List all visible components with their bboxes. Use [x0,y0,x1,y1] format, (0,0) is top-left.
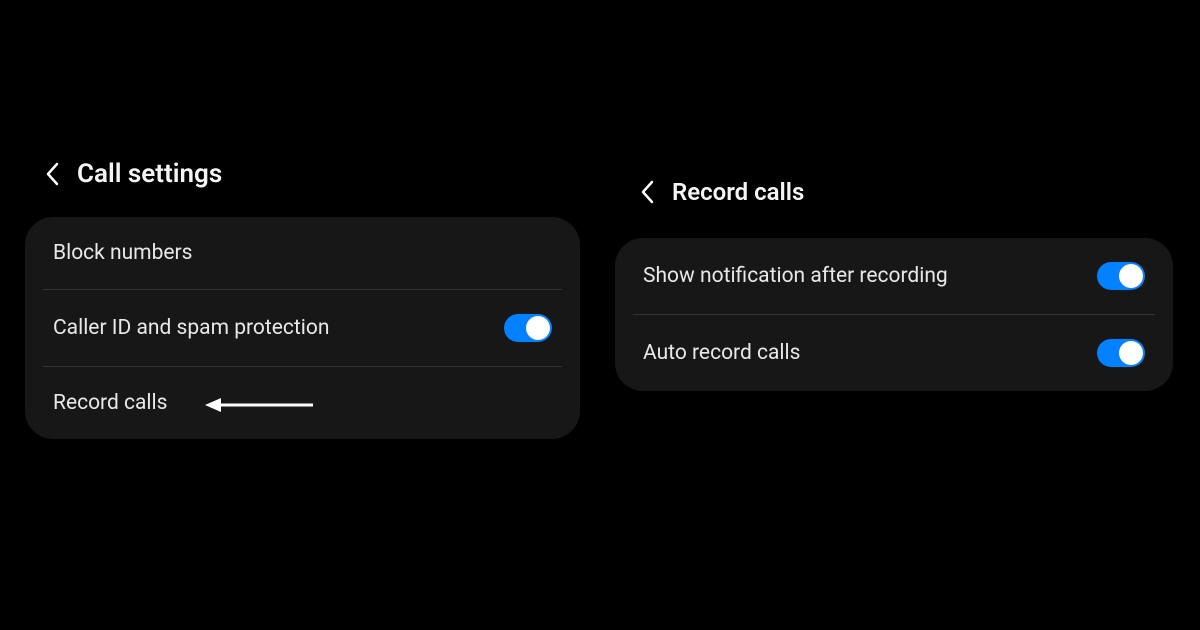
toggle-knob [1119,264,1143,288]
auto-record-row[interactable]: Auto record calls [615,315,1173,391]
record-calls-label: Record calls [53,391,168,415]
call-settings-header: Call settings [25,145,580,203]
auto-record-label: Auto record calls [643,341,800,365]
caller-id-spam-toggle[interactable] [504,314,552,342]
back-icon[interactable] [640,180,654,204]
show-notification-toggle[interactable] [1097,262,1145,290]
record-calls-panel: Record calls Show notification after rec… [615,160,1173,391]
show-notification-label: Show notification after recording [643,264,948,288]
arrow-annotation-icon [205,396,315,414]
record-calls-card: Show notification after recording Auto r… [615,238,1173,391]
caller-id-spam-row[interactable]: Caller ID and spam protection [25,290,580,366]
block-numbers-label: Block numbers [53,241,192,265]
call-settings-title: Call settings [77,159,222,189]
record-calls-title: Record calls [672,178,804,206]
auto-record-toggle[interactable] [1097,339,1145,367]
record-calls-header: Record calls [615,160,1173,224]
caller-id-spam-label: Caller ID and spam protection [53,316,329,340]
back-icon[interactable] [45,162,59,186]
call-settings-panel: Call settings Block numbers Caller ID an… [25,145,580,439]
block-numbers-row[interactable]: Block numbers [25,217,580,289]
toggle-knob [526,316,550,340]
show-notification-row[interactable]: Show notification after recording [615,238,1173,314]
toggle-knob [1119,341,1143,365]
